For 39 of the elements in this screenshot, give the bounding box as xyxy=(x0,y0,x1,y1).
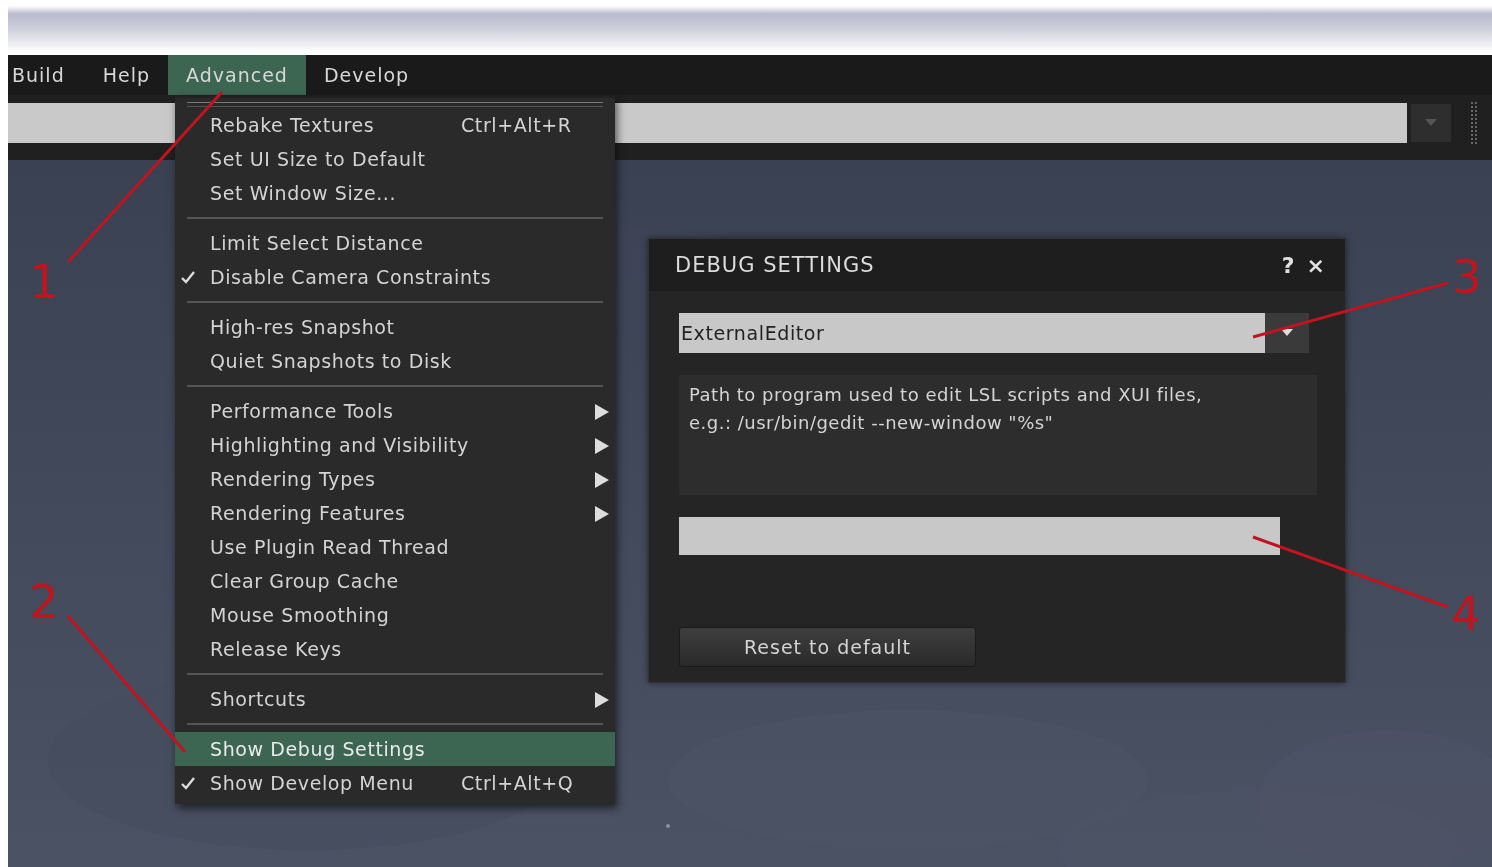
caret-icon xyxy=(1425,118,1437,127)
menu-item[interactable]: Rendering Types xyxy=(175,462,615,496)
menu-bar-item[interactable]: Develop xyxy=(305,55,428,95)
dropdown-button[interactable] xyxy=(1411,103,1451,142)
menu-item[interactable]: Shortcuts xyxy=(175,682,615,716)
menu-item[interactable]: Rendering Features xyxy=(175,496,615,530)
caret-icon xyxy=(1281,329,1293,337)
shortcut-text: Ctrl+Alt+Q xyxy=(461,772,574,794)
menu-item[interactable]: Set UI Size to Default xyxy=(175,142,615,176)
menu-item[interactable]: Release Keys xyxy=(175,632,615,666)
menu-item[interactable]: Clear Group Cache xyxy=(175,564,615,598)
menu-item[interactable]: Rebake Textures Ctrl+Alt+R xyxy=(175,108,615,142)
menu-bar-item[interactable]: Help xyxy=(84,55,169,95)
close-button[interactable]: × xyxy=(1300,252,1331,278)
menu-item[interactable]: Disable Camera Constraints xyxy=(175,260,615,294)
menu-item[interactable]: Show Develop Menu Ctrl+Alt+Q xyxy=(175,766,615,800)
menu-item[interactable]: Use Plugin Read Thread xyxy=(175,530,615,564)
menu-item[interactable]: High-res Snapshot xyxy=(175,310,615,344)
menu-item[interactable]: Performance Tools xyxy=(175,394,615,428)
help-button[interactable]: ? xyxy=(1275,252,1301,278)
reset-button[interactable]: Reset to default xyxy=(679,627,976,667)
annotation-number: 1 xyxy=(29,255,59,309)
menu-bar-item[interactable]: Advanced xyxy=(168,55,306,95)
menu-item[interactable]: Quiet Snapshots to Disk xyxy=(175,344,615,378)
shortcut-text: Ctrl+Alt+R xyxy=(461,114,572,136)
menu-bar-item[interactable]: Build xyxy=(8,55,85,95)
annotation-number: 2 xyxy=(29,575,59,629)
annotation-number: 3 xyxy=(1452,250,1482,304)
description-text: Path to program used to edit LSL scripts and XUI files, e.g.: /usr/bin/gedit --new-window "%s" xyxy=(679,375,1317,495)
dialog-title: DEBUG SETTINGS xyxy=(675,253,876,277)
menu-item[interactable]: Mouse Smoothing xyxy=(175,598,615,632)
menu-item[interactable]: Limit Select Distance xyxy=(175,226,615,260)
menu-item[interactable]: Set Window Size... xyxy=(175,176,615,210)
menu-item[interactable]: Highlighting and Visibility xyxy=(175,428,615,462)
dropdown-button[interactable] xyxy=(1265,313,1309,353)
annotation-number: 4 xyxy=(1451,587,1481,641)
grip-icon[interactable] xyxy=(1471,99,1477,146)
value-field[interactable] xyxy=(679,517,1280,555)
menu-item[interactable]: Show Debug Settings xyxy=(175,732,615,766)
